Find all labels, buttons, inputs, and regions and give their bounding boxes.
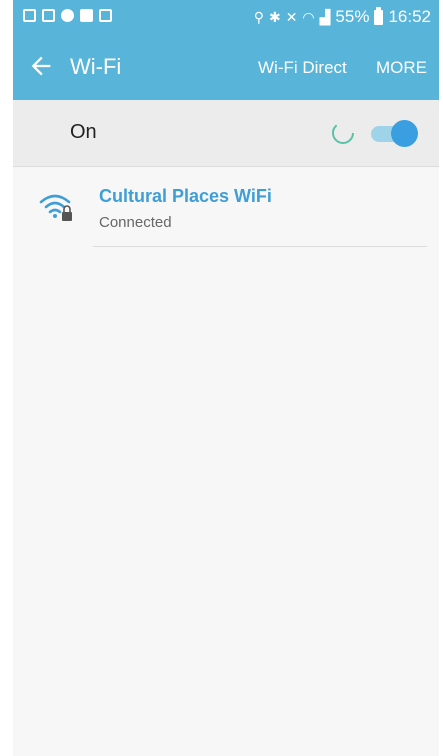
network-item[interactable]: Cultural Places WiFi Connected — [13, 170, 439, 246]
clock: 16:52 — [388, 7, 431, 26]
cell-signal-icon: ▟ — [319, 8, 331, 25]
app-bar: Wi-Fi Wi-Fi Direct MORE — [13, 34, 439, 100]
wifi-direct-button[interactable]: Wi-Fi Direct — [258, 58, 347, 78]
back-arrow-icon[interactable] — [27, 52, 55, 80]
more-button[interactable]: MORE — [376, 58, 427, 78]
scanning-spinner-icon — [332, 122, 354, 144]
page-title: Wi-Fi — [70, 54, 122, 79]
network-name: Cultural Places WiFi — [99, 186, 272, 206]
wifi-settings-screen: ⚲ ✱ ✕ ◠ ▟ 55% 16:52 Wi-Fi Wi-Fi Direct M… — [13, 0, 439, 756]
gallery-icon — [23, 9, 36, 22]
wifi-toggle[interactable] — [371, 120, 418, 147]
notification-icons — [23, 9, 112, 22]
wifi-switch-bar[interactable]: On — [13, 100, 439, 167]
messenger-icon — [61, 9, 74, 22]
mute-icon: ✕ — [285, 8, 298, 25]
bluetooth-icon: ✱ — [268, 8, 281, 25]
location-icon: ⚲ — [253, 8, 264, 25]
toggle-knob — [391, 120, 418, 147]
battery-icon — [374, 6, 384, 25]
instagram-icon — [99, 9, 112, 22]
system-icons: ⚲ ✱ ✕ ◠ ▟ 55% 16:52 — [253, 6, 431, 27]
facebook-icon — [80, 9, 93, 22]
network-status: Connected — [99, 214, 172, 231]
wifi-lock-icon — [39, 194, 72, 221]
status-bar: ⚲ ✱ ✕ ◠ ▟ 55% 16:52 — [13, 0, 439, 34]
wifi-signal-icon: ◠ — [302, 8, 315, 25]
list-divider — [93, 246, 427, 247]
battery-percent: 55% — [335, 7, 370, 26]
switch-label: On — [70, 121, 97, 143]
download-icon — [42, 9, 55, 22]
